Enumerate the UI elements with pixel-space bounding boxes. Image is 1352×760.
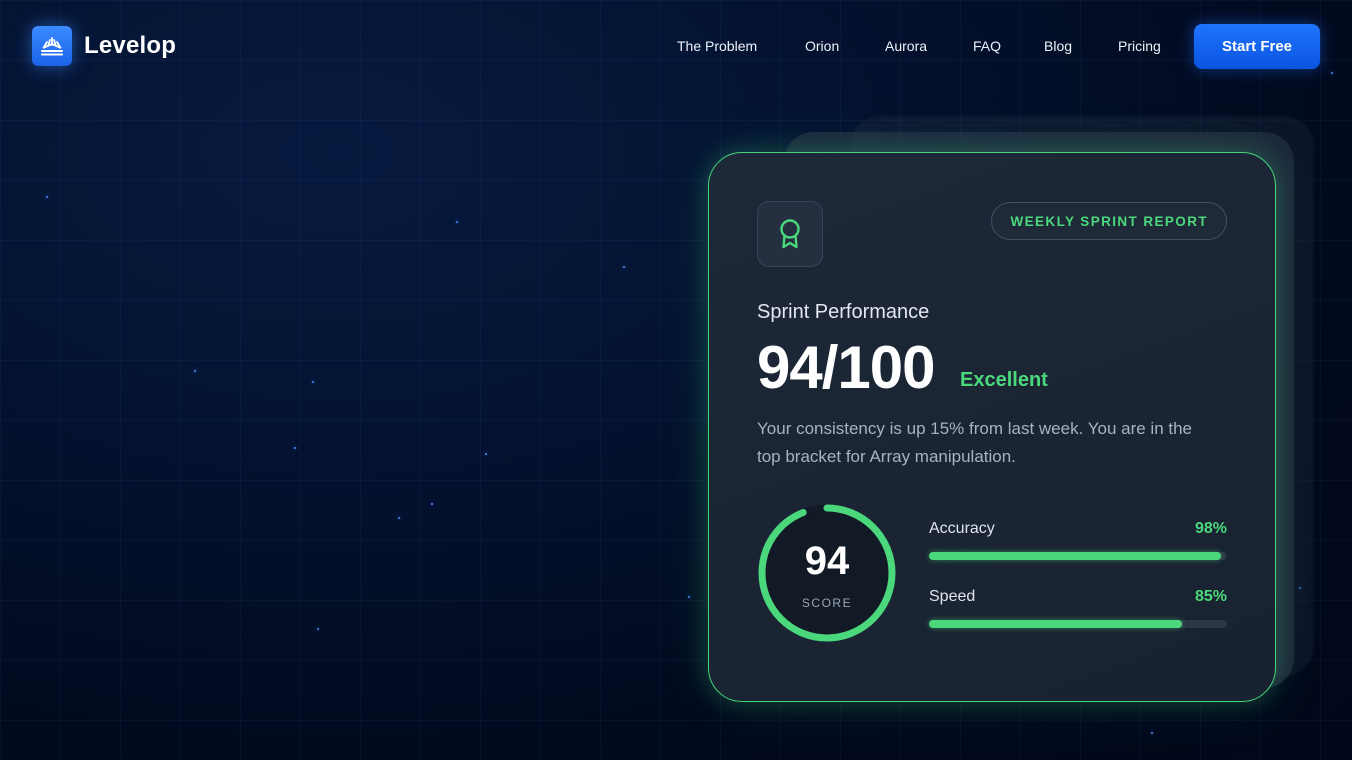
- ring-score-label: SCORE: [801, 596, 853, 610]
- nav-link-orion[interactable]: Orion: [805, 38, 839, 54]
- main-nav: The Problem Orion Aurora FAQ Blog Pricin…: [0, 38, 1352, 58]
- ring-score-value: 94: [804, 539, 850, 583]
- weekly-sprint-report-badge: WEEKLY SPRINT REPORT: [991, 202, 1227, 240]
- metric-speed: Speed 85%: [929, 588, 1227, 638]
- rating-label: Excellent: [960, 369, 1048, 391]
- progress-fill: [929, 620, 1183, 628]
- progress-fill: [929, 552, 1222, 560]
- sprint-report-card: WEEKLY SPRINT REPORT Sprint Performance …: [708, 152, 1276, 702]
- performance-description: Your consistency is up 15% from last wee…: [757, 419, 1193, 466]
- card-title: Sprint Performance: [757, 301, 930, 323]
- nav-link-faq[interactable]: FAQ: [973, 38, 1001, 54]
- nav-link-the-problem[interactable]: The Problem: [677, 38, 757, 54]
- nav-link-pricing[interactable]: Pricing: [1118, 38, 1161, 54]
- metric-accuracy: Accuracy 98%: [929, 520, 1227, 570]
- top-navbar: Levelop The Problem Orion Aurora FAQ Blo…: [0, 0, 1352, 92]
- score-ring: 94 SCORE: [757, 503, 897, 643]
- progress-track: [929, 552, 1227, 560]
- award-ribbon-icon: [757, 201, 823, 267]
- start-free-button[interactable]: Start Free: [1194, 24, 1320, 69]
- metric-name: Accuracy: [929, 520, 995, 537]
- metric-name: Speed: [929, 588, 976, 605]
- score-headline: 94/100: [757, 334, 936, 401]
- metric-value: 85%: [1194, 588, 1227, 605]
- nav-link-aurora[interactable]: Aurora: [885, 38, 927, 54]
- metric-value: 98%: [1194, 520, 1227, 537]
- nav-link-blog[interactable]: Blog: [1044, 38, 1072, 54]
- progress-track: [929, 620, 1227, 628]
